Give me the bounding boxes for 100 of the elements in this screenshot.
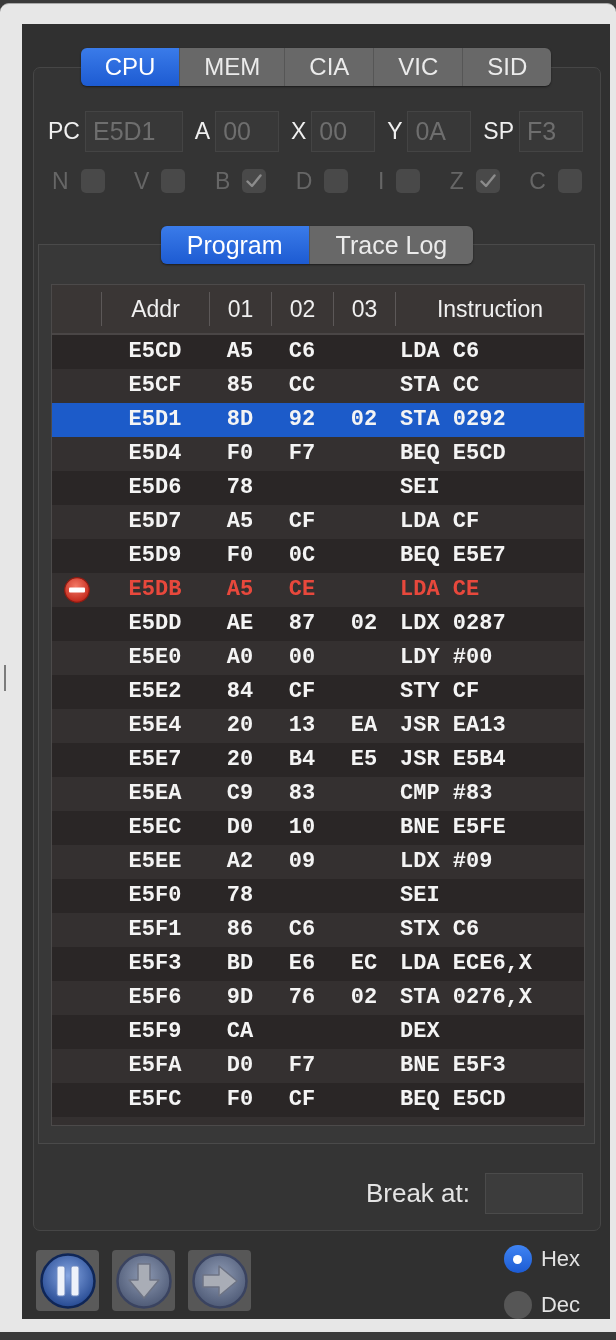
byte-cell-text: 78 xyxy=(225,474,255,502)
address-cell-text: E5D7 xyxy=(127,508,183,536)
address-cell-text: E5D9 xyxy=(127,542,183,570)
pause-icon xyxy=(39,1252,96,1309)
register-label: A xyxy=(194,118,211,145)
address-cell-text: E5F6 xyxy=(127,984,183,1012)
address-cell-text: E5F0 xyxy=(127,882,183,910)
table-row[interactable]: E5D1 8D 92 02 STA 0292 xyxy=(52,403,584,437)
column-header[interactable]: 01 xyxy=(209,292,271,326)
byte-cell-text: D0 xyxy=(225,814,255,842)
instruction-cell-text: JSR EA13 xyxy=(399,712,507,740)
table-row[interactable]: E5F0 78 SEI xyxy=(52,879,584,913)
tab[interactable]: MEM xyxy=(179,48,285,86)
byte-cell-text: EA xyxy=(349,712,379,740)
instruction-cell-text: BNE E5F3 xyxy=(399,1052,507,1080)
table-row[interactable]: E5F3 BD E6 EC LDA ECE6,X xyxy=(52,947,584,981)
table-row[interactable]: E5CD A5 C6 LDA C6 xyxy=(52,335,584,369)
register-label: PC xyxy=(48,118,80,145)
instruction-cell-text: LDA CF xyxy=(399,508,481,536)
byte-cell-text: 02 xyxy=(349,610,379,638)
address-cell-text: E5F9 xyxy=(127,1018,183,1046)
instruction-cell-text: SEI xyxy=(399,474,441,502)
byte-cell-text: 02 xyxy=(349,984,379,1012)
byte-cell-text: CF xyxy=(287,678,317,706)
tab[interactable]: CPU xyxy=(80,48,180,86)
byte-cell-text: 87 xyxy=(287,610,317,638)
address-cell-text: E5F1 xyxy=(127,916,183,944)
instruction-cell-text: BEQ E5CD xyxy=(399,1086,507,1114)
byte-cell-text: A5 xyxy=(225,576,255,604)
tab[interactable]: CIA xyxy=(284,48,374,86)
radio-label: Hex xyxy=(540,1246,580,1272)
address-cell-text: E5E4 xyxy=(127,712,183,740)
table-row[interactable]: E5FC F0 CF BEQ E5CD xyxy=(52,1083,584,1117)
address-cell-text: E5CF xyxy=(127,372,183,400)
address-cell-text: E5E0 xyxy=(127,644,183,672)
byte-cell-text: 86 xyxy=(225,916,255,944)
table-row[interactable]: E5D6 78 SEI xyxy=(52,471,584,505)
instruction-cell-text: STX C6 xyxy=(399,916,481,944)
address-cell-text: E5EA xyxy=(127,780,183,808)
byte-cell-text: F0 xyxy=(225,542,255,570)
byte-cell-text: D0 xyxy=(225,1052,255,1080)
address-cell-text: E5D1 xyxy=(127,406,183,434)
table-row[interactable]: E5F9 CA DEX xyxy=(52,1015,584,1049)
table-row[interactable]: E5D9 F0 0C BEQ E5E7 xyxy=(52,539,584,573)
instruction-cell-text: STA CC xyxy=(399,372,481,400)
byte-cell-text: 09 xyxy=(287,848,317,876)
tab[interactable]: VIC xyxy=(373,48,463,86)
pause-button[interactable] xyxy=(36,1250,99,1311)
no-entry-icon xyxy=(63,577,90,603)
byte-cell-text: BD xyxy=(225,950,255,978)
instruction-cell-text: BEQ E5CD xyxy=(399,440,507,468)
checkmark-icon xyxy=(479,174,496,188)
instruction-cell-text: STY CF xyxy=(399,678,481,706)
byte-cell-text: C6 xyxy=(287,338,317,366)
table-row[interactable]: E5DD AE 87 02 LDX 0287 xyxy=(52,607,584,641)
column-header[interactable]: 03 xyxy=(333,292,395,326)
byte-cell-text: 76 xyxy=(287,984,317,1012)
byte-cell-text: 02 xyxy=(349,406,379,434)
byte-cell-text: F7 xyxy=(287,440,317,468)
column-header[interactable]: Instruction xyxy=(395,292,584,326)
byte-cell-text: CF xyxy=(287,1086,317,1114)
column-header[interactable]: Addr xyxy=(101,292,209,326)
byte-cell-text: C6 xyxy=(287,916,317,944)
instruction-cell-text: STA 0276,X xyxy=(399,984,534,1012)
byte-cell-text: 83 xyxy=(287,780,317,808)
byte-cell-text: E5 xyxy=(349,746,379,774)
byte-cell-text: AE xyxy=(225,610,255,638)
byte-cell-text: 8D xyxy=(225,406,255,434)
table-row[interactable]: E5E7 20 B4 E5 JSR E5B4 xyxy=(52,743,584,777)
byte-cell-text: 84 xyxy=(225,678,255,706)
byte-cell-text: 20 xyxy=(225,712,255,740)
address-cell-text: E5EE xyxy=(127,848,183,876)
tab[interactable]: SID xyxy=(462,48,552,86)
radio-button[interactable] xyxy=(503,1291,532,1319)
byte-cell-text: A5 xyxy=(225,508,255,536)
byte-cell-text: 0C xyxy=(287,542,317,570)
table-row[interactable]: E5E2 84 CF STY CF xyxy=(52,675,584,709)
table-row[interactable]: E5EC D0 10 BNE E5FE xyxy=(52,811,584,845)
byte-cell-text: E6 xyxy=(287,950,317,978)
instruction-cell-text: LDA ECE6,X xyxy=(399,950,534,978)
address-cell-text: E5FA xyxy=(127,1052,183,1080)
register-label: X xyxy=(290,118,307,145)
column-header[interactable]: 02 xyxy=(271,292,333,326)
view-tab[interactable]: Trace Log xyxy=(308,226,474,264)
address-cell-text: E5DB xyxy=(127,576,183,604)
byte-cell-text: F7 xyxy=(287,1052,317,1080)
byte-cell-text: 85 xyxy=(225,372,255,400)
address-cell-text: E5F3 xyxy=(127,950,183,978)
address-cell-text: E5FC xyxy=(127,1086,183,1114)
instruction-cell-text: SEI xyxy=(399,882,441,910)
resize-handle[interactable] xyxy=(4,665,6,691)
radio-button[interactable] xyxy=(503,1245,532,1273)
instruction-cell-text: STA 0292 xyxy=(399,406,507,434)
byte-cell-text: CC xyxy=(287,372,317,400)
address-cell-text: E5D6 xyxy=(127,474,183,502)
view-tab[interactable]: Program xyxy=(160,226,309,264)
byte-cell-text: CF xyxy=(287,508,317,536)
byte-cell-text: A2 xyxy=(225,848,255,876)
byte-cell-text: 9D xyxy=(225,984,255,1012)
checkmark-icon xyxy=(246,174,263,188)
